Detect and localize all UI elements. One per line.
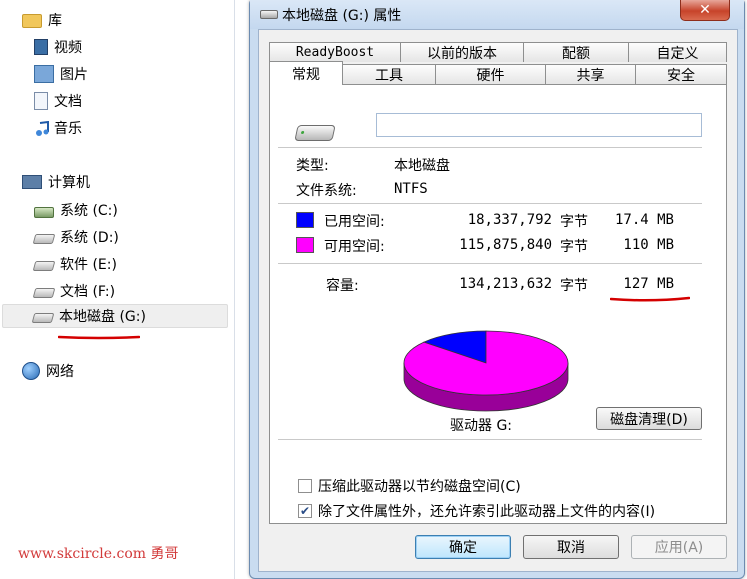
nav-item-drive-g[interactable]: 本地磁盘 (G:) — [2, 304, 228, 328]
type-value: 本地磁盘 — [394, 158, 450, 174]
red-annotation-underline — [58, 335, 140, 340]
bytes-unit: 字节 — [560, 278, 588, 294]
capacity-bytes: 134,213,632 — [459, 276, 552, 292]
free-space-bytes: 115,875,840 — [459, 237, 552, 253]
index-checkbox[interactable]: ✔ — [298, 504, 312, 518]
used-space-bytes: 18,337,792 — [467, 212, 552, 228]
navigation-pane: 库 视频 图片 文档 音乐 计算机 系统 (C:) 系统 (D:) 软件 (E:… — [0, 0, 235, 579]
red-annotation-underline — [610, 296, 690, 302]
compress-label: 压缩此驱动器以节约磁盘空间(C) — [318, 479, 521, 495]
free-space-size: 110 MB — [623, 237, 674, 253]
document-library-icon — [34, 92, 48, 110]
nav-item-label: 图片 — [60, 67, 88, 83]
tab-previous-versions[interactable]: 以前的版本 — [400, 42, 524, 62]
tab-quota[interactable]: 配额 — [523, 42, 629, 62]
tab-security[interactable]: 安全 — [635, 64, 727, 84]
nav-item-label: 系统 (C:) — [60, 203, 118, 219]
nav-item-drive-e[interactable]: 软件 (E:) — [32, 252, 117, 276]
network-globe-icon — [22, 362, 40, 380]
nav-item-label: 计算机 — [48, 175, 90, 191]
nav-item-documents[interactable]: 文档 — [34, 89, 82, 113]
drive-icon — [31, 313, 55, 323]
ok-button[interactable]: 确定 — [415, 535, 511, 559]
checkmark-icon: ✔ — [299, 504, 311, 518]
tab-readyboost[interactable]: ReadyBoost — [269, 42, 401, 62]
index-label: 除了文件属性外，还允许索引此驱动器上文件的内容(I) — [318, 504, 656, 520]
nav-item-label: 音乐 — [54, 121, 82, 137]
nav-item-label: 文档 — [54, 94, 82, 110]
nav-item-label: 视频 — [54, 40, 82, 56]
picture-library-icon — [34, 65, 54, 83]
drive-icon — [32, 288, 56, 298]
drive-icon — [260, 10, 278, 19]
dialog-client-area: ReadyBoost 以前的版本 配额 自定义 常规 工具 硬件 共享 安全 类… — [258, 29, 738, 572]
drive-icon — [32, 261, 56, 271]
nav-item-videos[interactable]: 视频 — [34, 35, 82, 59]
nav-item-pictures[interactable]: 图片 — [34, 62, 88, 86]
bytes-unit: 字节 — [560, 239, 588, 255]
free-space-swatch — [296, 237, 314, 253]
computer-icon — [22, 175, 42, 189]
used-space-size: 17.4 MB — [614, 212, 674, 228]
general-tab-panel: 类型: 本地磁盘 文件系统: NTFS 已用空间: 18,337,792 字节 … — [269, 84, 727, 524]
drive-caption: 驱动器 G: — [450, 418, 513, 434]
tab-general[interactable]: 常规 — [269, 61, 343, 85]
divider — [278, 263, 702, 264]
title-bar[interactable]: 本地磁盘 (G:) 属性 ✕ — [250, 0, 744, 29]
file-system-value: NTFS — [394, 181, 428, 197]
type-label: 类型: — [296, 158, 329, 174]
nav-item-label: 网络 — [46, 364, 74, 380]
watermark-text: www.skcircle.com 勇哥 — [18, 546, 179, 562]
used-space-swatch — [296, 212, 314, 228]
divider — [278, 147, 702, 148]
video-library-icon — [34, 39, 48, 55]
nav-item-label: 本地磁盘 (G:) — [59, 309, 146, 325]
nav-item-label: 文档 (F:) — [60, 284, 116, 300]
disk-cleanup-button[interactable]: 磁盘清理(D) — [596, 407, 702, 430]
nav-item-drive-c[interactable]: 系统 (C:) — [34, 198, 118, 222]
drive-properties-dialog: 本地磁盘 (G:) 属性 ✕ ReadyBoost 以前的版本 配额 自定义 常… — [249, 0, 745, 579]
compress-checkbox[interactable] — [298, 479, 312, 493]
cancel-button[interactable]: 取消 — [523, 535, 619, 559]
volume-label-input[interactable] — [376, 113, 702, 137]
nav-item-computer[interactable]: 计算机 — [22, 170, 90, 194]
library-folder-icon — [22, 14, 42, 28]
system-drive-icon — [34, 206, 54, 218]
apply-button[interactable]: 应用(A) — [631, 535, 727, 559]
nav-item-label: 库 — [48, 13, 62, 29]
nav-item-network[interactable]: 网络 — [22, 359, 74, 383]
tab-customize[interactable]: 自定义 — [628, 42, 727, 62]
nav-item-music[interactable]: 音乐 — [34, 116, 82, 140]
nav-item-drive-f[interactable]: 文档 (F:) — [32, 279, 116, 303]
used-space-label: 已用空间: — [324, 214, 385, 230]
free-space-label: 可用空间: — [324, 239, 385, 255]
capacity-label: 容量: — [326, 278, 359, 294]
nav-item-drive-d[interactable]: 系统 (D:) — [32, 225, 119, 249]
nav-item-library[interactable]: 库 — [22, 8, 62, 32]
capacity-size: 127 MB — [623, 276, 674, 292]
tab-sharing[interactable]: 共享 — [545, 64, 636, 84]
dialog-title: 本地磁盘 (G:) 属性 — [282, 8, 402, 24]
divider — [278, 439, 702, 440]
nav-item-label: 软件 (E:) — [60, 257, 117, 273]
file-system-label: 文件系统: — [296, 183, 357, 199]
music-library-icon — [34, 120, 49, 136]
disk-usage-pie-chart — [403, 330, 569, 412]
divider — [278, 203, 702, 204]
bytes-unit: 字节 — [560, 214, 588, 230]
drive-icon — [32, 234, 56, 244]
close-button[interactable]: ✕ — [680, 0, 730, 21]
nav-item-label: 系统 (D:) — [60, 230, 119, 246]
tab-hardware[interactable]: 硬件 — [435, 64, 546, 84]
tab-tools[interactable]: 工具 — [342, 64, 436, 84]
drive-icon — [294, 125, 336, 141]
